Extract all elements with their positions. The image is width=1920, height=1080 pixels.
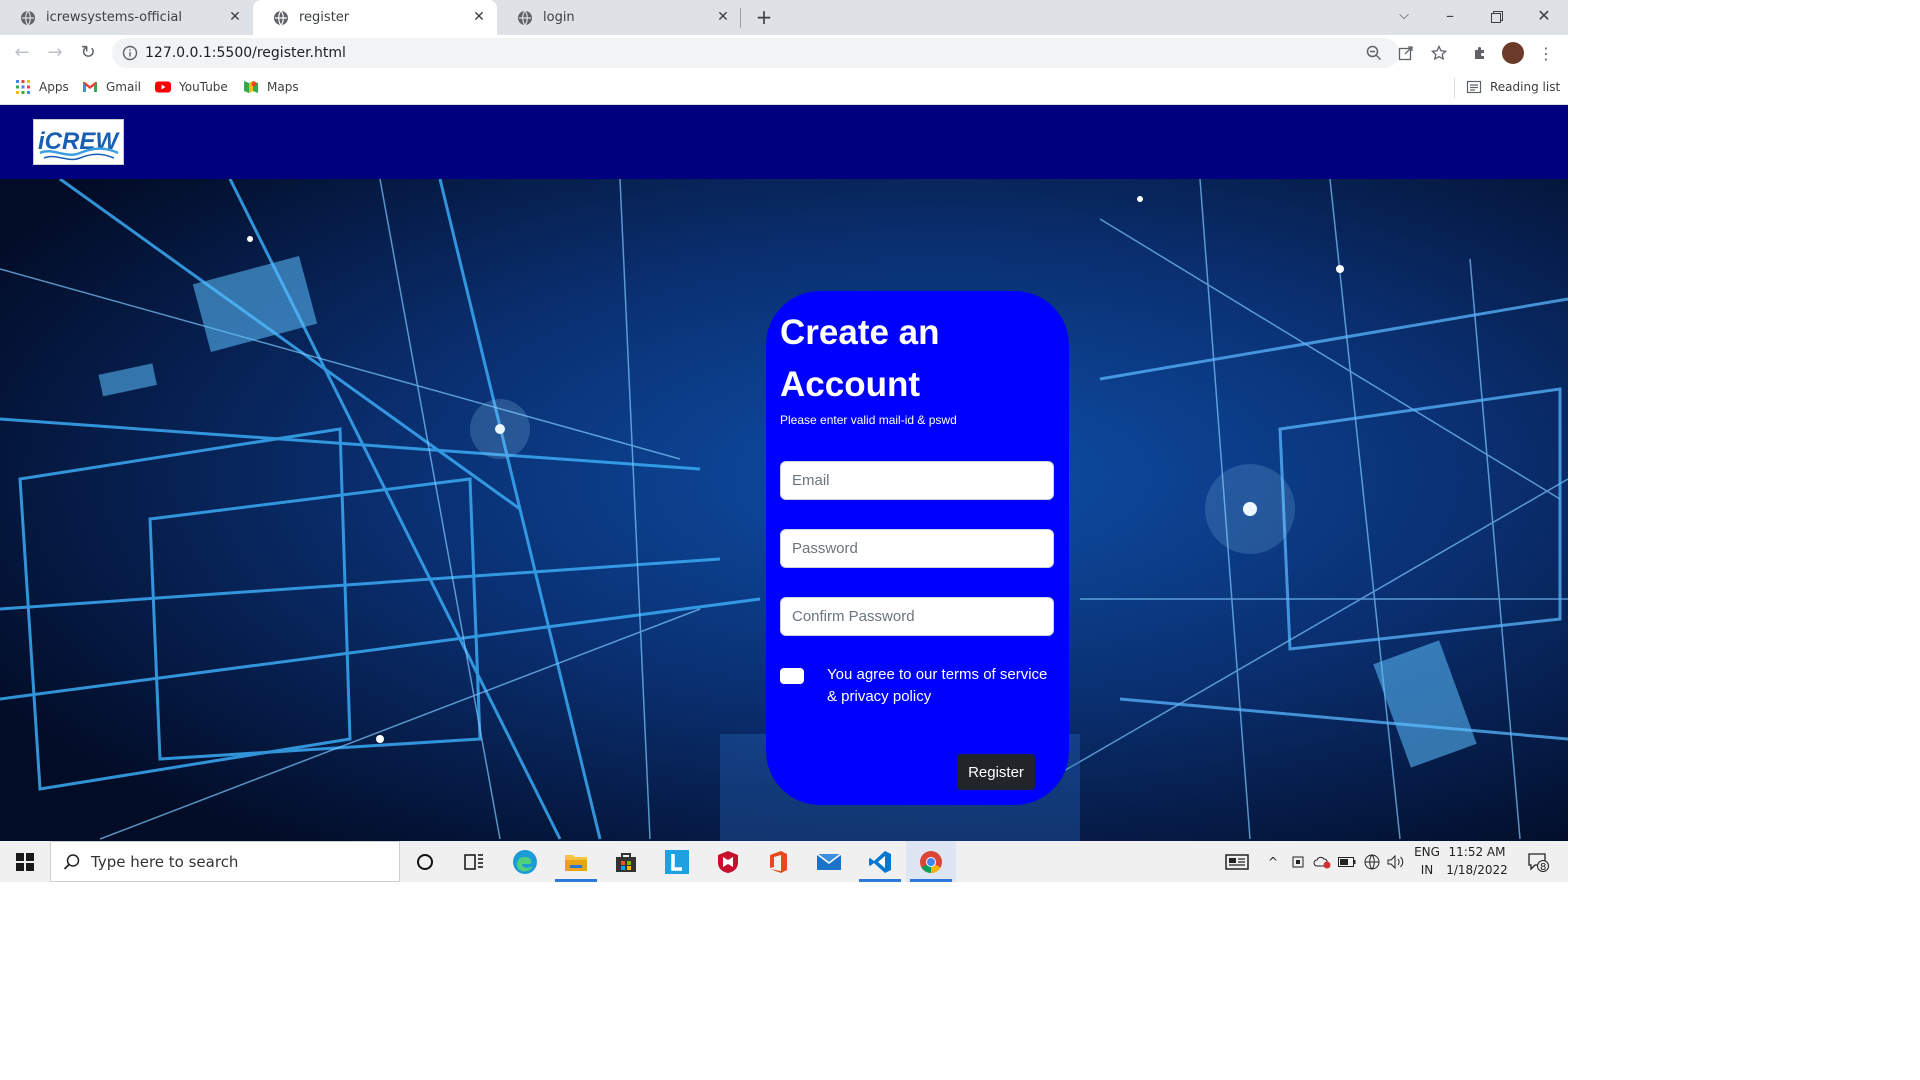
more-menu-icon[interactable]: ⋮ <box>1533 40 1559 66</box>
form-subtitle: Please enter valid mail-id & pswd <box>780 413 957 427</box>
bookmark-label: Maps <box>267 80 299 94</box>
apps-grid-icon <box>16 80 30 94</box>
hero-background-image: Create an Account Please enter valid mai… <box>0 179 1568 841</box>
globe-icon <box>274 10 288 25</box>
input-language[interactable]: ENG IN <box>1412 843 1442 879</box>
bookmarks-bar: Apps Gmail YouTube Maps Reading list <box>0 71 1568 105</box>
browser-toolbar: ← → ↻ 127.0.0.1:5500/register.html ⋮ <box>0 35 1568 71</box>
reading-list-label: Reading list <box>1490 80 1561 94</box>
office-icon[interactable] <box>753 841 803 882</box>
windows-start-icon[interactable] <box>0 841 50 882</box>
confirm-password-field[interactable] <box>780 597 1054 636</box>
tab-search-chevron-icon[interactable]: ⌵ <box>1391 4 1417 30</box>
edge-icon[interactable] <box>500 841 550 882</box>
restore-icon[interactable] <box>1484 4 1510 30</box>
mcafee-icon[interactable] <box>703 841 753 882</box>
network-globe-icon[interactable] <box>1361 841 1383 882</box>
tab-title: login <box>543 10 575 25</box>
new-tab-plus-icon[interactable]: + <box>754 6 774 28</box>
lang-code: ENG <box>1414 845 1440 859</box>
bookmark-maps[interactable]: Maps <box>243 79 299 95</box>
close-tab-icon[interactable]: ✕ <box>471 9 487 25</box>
forward-arrow-icon[interactable]: → <box>42 40 68 66</box>
site-navbar: iCREW <box>0 105 1568 179</box>
clock-time: 11:52 AM <box>1448 845 1506 859</box>
register-card: Create an Account Please enter valid mai… <box>766 291 1069 805</box>
tab-icrewsystems[interactable]: icrewsystems-official ✕ <box>0 0 253 35</box>
terms-label: You agree to our terms of service & priv… <box>827 666 1048 705</box>
page-viewport: iCREW Create an Account Please enter val… <box>0 105 1568 841</box>
show-hidden-icons-chevron-icon[interactable]: ^ <box>1262 841 1284 882</box>
microsoft-store-icon[interactable] <box>601 841 651 882</box>
launcher-l-icon[interactable] <box>652 841 702 882</box>
bookmark-divider <box>1454 78 1455 98</box>
profile-avatar[interactable] <box>1500 40 1526 66</box>
bookmark-gmail[interactable]: Gmail <box>82 79 141 95</box>
tab-register[interactable]: register ✕ <box>253 0 497 35</box>
address-bar[interactable]: 127.0.0.1:5500/register.html <box>112 38 1447 68</box>
tab-separator <box>740 8 741 28</box>
bookmark-label: Gmail <box>106 80 142 94</box>
volume-icon[interactable] <box>1385 841 1407 882</box>
notification-count: 8 <box>1540 862 1547 873</box>
news-widget-icon[interactable] <box>1222 841 1252 882</box>
bookmark-label: YouTube <box>179 80 228 94</box>
system-clock[interactable]: 11:52 AM 1/18/2022 <box>1442 843 1512 879</box>
gmail-icon <box>83 82 97 92</box>
url-text: 127.0.0.1:5500/register.html <box>145 45 346 61</box>
youtube-icon <box>155 81 171 93</box>
reload-icon[interactable]: ↻ <box>75 40 101 66</box>
tray-device-icon[interactable] <box>1288 841 1308 882</box>
close-tab-icon[interactable]: ✕ <box>227 9 243 25</box>
bookmark-label: Apps <box>39 80 69 94</box>
task-view-icon[interactable] <box>449 841 499 882</box>
register-button[interactable]: Register <box>957 754 1035 790</box>
share-icon[interactable] <box>1398 45 1414 61</box>
region-code: IN <box>1420 863 1434 877</box>
mail-icon[interactable] <box>804 841 854 882</box>
close-window-icon[interactable]: ✕ <box>1531 4 1557 30</box>
site-info-icon[interactable] <box>122 45 138 61</box>
battery-icon[interactable] <box>1336 841 1358 882</box>
icrew-logo[interactable]: iCREW <box>33 119 124 165</box>
clock-date: 1/18/2022 <box>1446 863 1508 877</box>
minimize-icon[interactable]: – <box>1437 4 1463 30</box>
tab-title: register <box>299 10 350 25</box>
windows-taskbar: Type here to search ^ ENG IN 11:52 AM 1/… <box>0 841 1568 882</box>
form-title: Create an Account <box>780 313 940 404</box>
zoom-icon[interactable] <box>1366 45 1382 61</box>
reading-list-button[interactable]: Reading list <box>1466 79 1560 95</box>
extensions-puzzle-icon[interactable] <box>1467 40 1493 66</box>
search-icon <box>63 853 80 870</box>
tab-strip: icrewsystems-official ✕ register ✕ login… <box>0 0 1568 35</box>
cortana-icon[interactable] <box>400 841 450 882</box>
file-explorer-icon[interactable] <box>551 841 601 882</box>
globe-icon <box>21 10 35 25</box>
tab-login[interactable]: login ✕ <box>497 0 741 35</box>
close-tab-icon[interactable]: ✕ <box>715 9 731 25</box>
icrew-logo-mark: iCREW <box>38 128 120 161</box>
reading-list-icon <box>1466 80 1482 94</box>
onedrive-error-icon[interactable] <box>1311 841 1333 882</box>
tab-title: icrewsystems-official <box>46 10 183 25</box>
bookmark-youtube[interactable]: YouTube <box>155 79 228 95</box>
maps-icon <box>244 81 258 93</box>
globe-icon <box>518 10 532 25</box>
taskbar-search-box[interactable]: Type here to search <box>50 841 400 882</box>
password-field[interactable] <box>780 529 1054 568</box>
chrome-icon[interactable] <box>906 841 956 882</box>
terms-checkbox[interactable] <box>780 668 804 684</box>
notification-center-icon[interactable]: 8 <box>1520 841 1556 882</box>
vscode-icon[interactable] <box>855 841 905 882</box>
bookmark-apps[interactable]: Apps <box>15 79 69 95</box>
back-arrow-icon[interactable]: ← <box>9 40 35 66</box>
search-placeholder: Type here to search <box>91 852 239 871</box>
bookmark-star-icon[interactable] <box>1431 45 1447 61</box>
email-field[interactable] <box>780 461 1054 500</box>
